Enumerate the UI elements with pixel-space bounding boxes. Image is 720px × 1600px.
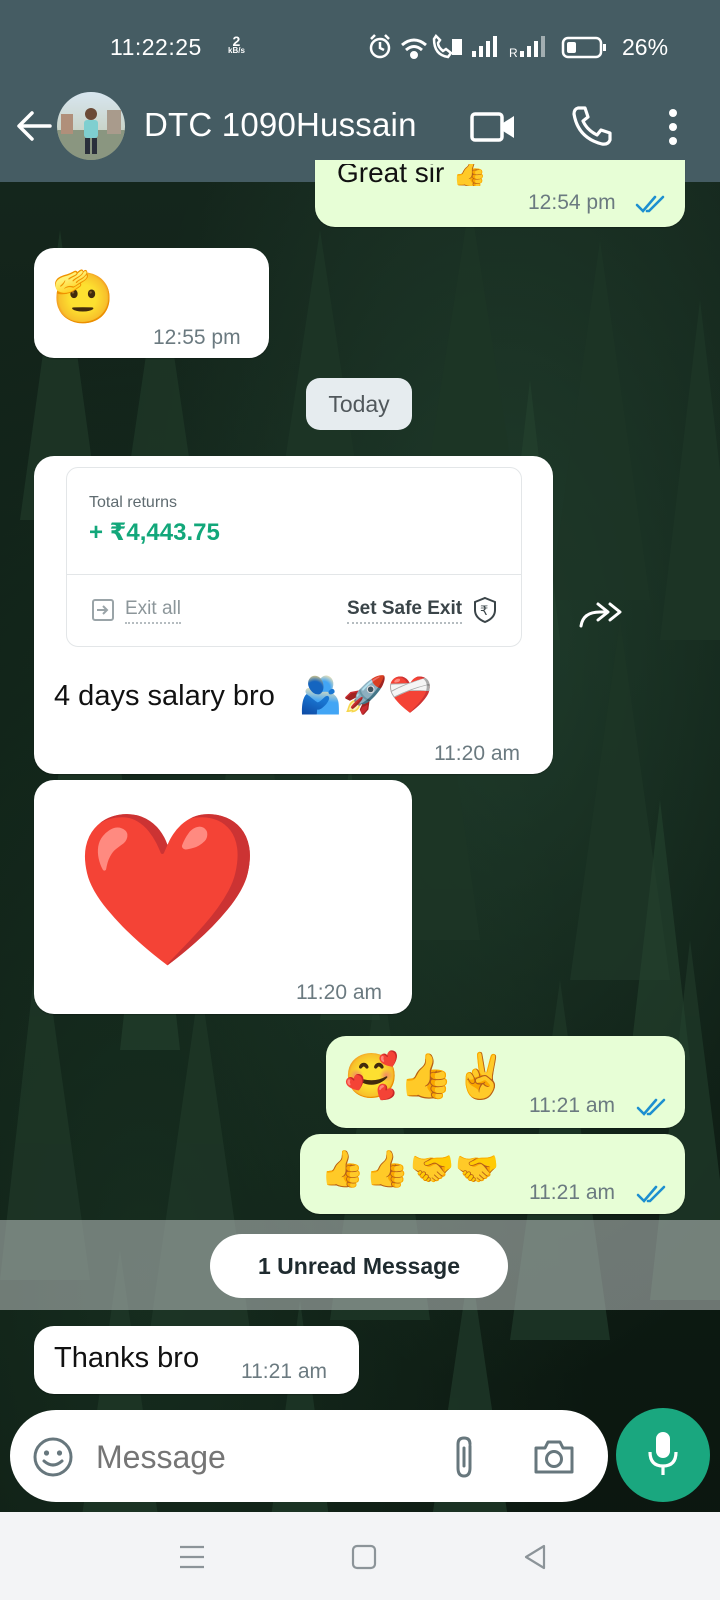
- back-arrow-icon[interactable]: [14, 108, 54, 149]
- emoji-icon[interactable]: [32, 1436, 74, 1483]
- attach-icon[interactable]: [450, 1434, 480, 1485]
- message-emoji: 👍👍🤝🤝: [320, 1149, 500, 1190]
- mic-button[interactable]: [616, 1408, 710, 1502]
- message-bubble-outgoing[interactable]: Great sir 👍 12:54 pm: [315, 160, 685, 227]
- returns-value: + ₹4,443.75: [89, 519, 220, 546]
- network-speed-value: 2: [232, 33, 241, 49]
- read-ticks-icon: [636, 1185, 666, 1203]
- volte-call-icon: [432, 34, 462, 59]
- wifi-icon: [401, 38, 427, 59]
- set-safe-exit-link[interactable]: Set Safe Exit: [347, 598, 463, 624]
- exit-icon: [92, 599, 114, 621]
- message-time: 12:55 pm: [153, 326, 241, 349]
- read-ticks-icon: [636, 1098, 666, 1116]
- camera-icon[interactable]: [532, 1438, 576, 1481]
- message-time: 11:21 am: [529, 1181, 615, 1204]
- network-speed: 2 kB/s: [228, 33, 245, 56]
- card-divider: [67, 574, 521, 575]
- message-text: Great sir 👍: [337, 164, 487, 186]
- message-time: 11:21 am: [529, 1094, 615, 1117]
- unread-count-pill: 1 Unread Message: [210, 1234, 508, 1298]
- message-bubble-incoming[interactable]: 🫡 12:55 pm: [34, 248, 269, 358]
- signal-icon-2: [520, 36, 545, 57]
- video-call-icon[interactable]: [470, 108, 518, 151]
- svg-text:₹: ₹: [480, 604, 488, 619]
- shield-rupee-icon: ₹: [474, 596, 496, 624]
- read-ticks-icon: [635, 195, 665, 213]
- forward-icon[interactable]: [578, 598, 624, 635]
- message-bubble-incoming[interactable]: ❤️ 11:20 am: [34, 780, 412, 1014]
- message-emoji: 🫡: [52, 268, 115, 326]
- message-time: 11:21 am: [241, 1360, 327, 1383]
- returns-label: Total returns: [89, 494, 178, 511]
- message-bubble-incoming[interactable]: Thanks bro 11:21 am: [34, 1326, 359, 1394]
- message-time: 12:54 pm: [528, 191, 616, 214]
- menu-icon[interactable]: [178, 1544, 206, 1570]
- alarm-icon: [369, 34, 391, 59]
- message-emoji: 🥰👍✌️: [344, 1051, 509, 1102]
- battery-icon: [561, 36, 606, 59]
- message-bubble-outgoing[interactable]: 🥰👍✌️ 11:21 am: [326, 1036, 685, 1128]
- signal-icon: [472, 36, 497, 57]
- date-chip: Today: [306, 378, 412, 430]
- message-time: 11:20 am: [434, 742, 520, 765]
- battery-percentage: 26%: [622, 34, 669, 60]
- phone-icon[interactable]: [570, 104, 614, 153]
- message-time: 11:20 am: [296, 981, 382, 1004]
- exit-all-link[interactable]: Exit all: [125, 598, 181, 624]
- avatar[interactable]: [57, 92, 125, 160]
- message-emoji: ❤️: [74, 803, 261, 977]
- home-icon[interactable]: [351, 1544, 377, 1570]
- back-nav-icon[interactable]: [522, 1543, 548, 1571]
- mic-icon: [648, 1432, 678, 1475]
- message-text: Thanks bro: [54, 1342, 200, 1374]
- message-emoji: 🫂🚀❤️‍🩹: [298, 675, 433, 716]
- message-bubble-outgoing[interactable]: 👍👍🤝🤝 11:21 am: [300, 1134, 685, 1214]
- status-icons: R: [368, 33, 618, 68]
- more-icon[interactable]: [667, 108, 679, 151]
- status-time: 11:22:25: [110, 34, 202, 60]
- network-speed-unit: kB/s: [228, 46, 245, 55]
- message-input[interactable]: [94, 1432, 438, 1482]
- message-composer: [10, 1410, 608, 1502]
- returns-card[interactable]: Total returns + ₹4,443.75 Exit all Set S…: [66, 467, 522, 647]
- contact-name[interactable]: DTC 1090Hussain: [144, 106, 417, 144]
- message-text: 4 days salary bro: [54, 680, 275, 712]
- system-nav-bar: [0, 1512, 720, 1600]
- svg-text:R: R: [509, 46, 518, 60]
